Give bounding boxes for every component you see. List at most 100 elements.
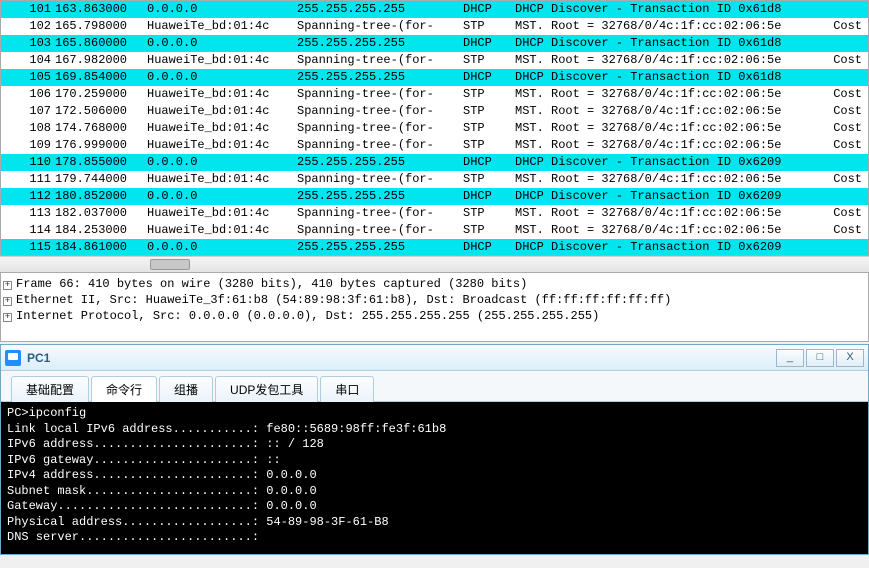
packet-row[interactable]: 112180.8520000.0.0.0255.255.255.255DHCPD… bbox=[1, 188, 868, 205]
col-source: HuaweiTe_bd:01:4c bbox=[147, 103, 297, 120]
terminal-line: Gateway...........................: 0.0.… bbox=[7, 499, 862, 515]
expand-icon[interactable]: + bbox=[3, 281, 12, 290]
packet-row[interactable]: 115184.8610000.0.0.0255.255.255.255DHCPD… bbox=[1, 239, 868, 256]
col-source: HuaweiTe_bd:01:4c bbox=[147, 222, 297, 239]
col-info: DHCP Discover - Transaction ID 0x6209 bbox=[515, 154, 818, 171]
tab-multicast[interactable]: 组播 bbox=[159, 376, 213, 402]
col-time: 165.798000 bbox=[55, 18, 147, 35]
packet-row[interactable]: 110178.8550000.0.0.0255.255.255.255DHCPD… bbox=[1, 154, 868, 171]
col-no: 105 bbox=[3, 69, 55, 86]
terminal-line: IPv4 address......................: 0.0.… bbox=[7, 468, 862, 484]
col-extra bbox=[818, 1, 866, 18]
col-time: 172.506000 bbox=[55, 103, 147, 120]
expand-icon[interactable]: + bbox=[3, 313, 12, 322]
tab-serial[interactable]: 串口 bbox=[320, 376, 374, 402]
col-no: 101 bbox=[3, 1, 55, 18]
titlebar[interactable]: PC1 _ □ X bbox=[1, 345, 868, 371]
col-no: 111 bbox=[3, 171, 55, 188]
col-extra: Cost bbox=[818, 120, 866, 137]
packet-row[interactable]: 109176.999000HuaweiTe_bd:01:4cSpanning-t… bbox=[1, 137, 868, 154]
packet-row[interactable]: 106170.259000HuaweiTe_bd:01:4cSpanning-t… bbox=[1, 86, 868, 103]
maximize-button[interactable]: □ bbox=[806, 349, 834, 367]
col-source: HuaweiTe_bd:01:4c bbox=[147, 171, 297, 188]
packet-row[interactable]: 102165.798000HuaweiTe_bd:01:4cSpanning-t… bbox=[1, 18, 868, 35]
packet-row[interactable]: 104167.982000HuaweiTe_bd:01:4cSpanning-t… bbox=[1, 52, 868, 69]
col-no: 109 bbox=[3, 137, 55, 154]
terminal-line: IPv6 gateway......................: :: bbox=[7, 453, 862, 469]
col-no: 106 bbox=[3, 86, 55, 103]
terminal-line: PC>ipconfig bbox=[7, 406, 862, 422]
detail-line: Internet Protocol, Src: 0.0.0.0 (0.0.0.0… bbox=[16, 309, 599, 323]
packet-row[interactable]: 114184.253000HuaweiTe_bd:01:4cSpanning-t… bbox=[1, 222, 868, 239]
col-protocol: DHCP bbox=[463, 69, 515, 86]
packet-row[interactable]: 113182.037000HuaweiTe_bd:01:4cSpanning-t… bbox=[1, 205, 868, 222]
terminal[interactable]: PC>ipconfig Link local IPv6 address.....… bbox=[1, 402, 868, 554]
packet-row[interactable]: 105169.8540000.0.0.0255.255.255.255DHCPD… bbox=[1, 69, 868, 86]
col-time: 167.982000 bbox=[55, 52, 147, 69]
terminal-line: DNS server........................: bbox=[7, 530, 862, 546]
close-button[interactable]: X bbox=[836, 349, 864, 367]
col-protocol: STP bbox=[463, 103, 515, 120]
terminal-line: Link local IPv6 address...........: fe80… bbox=[7, 422, 862, 438]
col-info: DHCP Discover - Transaction ID 0x61d8 bbox=[515, 1, 818, 18]
col-protocol: DHCP bbox=[463, 188, 515, 205]
col-destination: 255.255.255.255 bbox=[297, 1, 463, 18]
col-info: MST. Root = 32768/0/4c:1f:cc:02:06:5e bbox=[515, 137, 818, 154]
col-extra: Cost bbox=[818, 52, 866, 69]
col-time: 178.855000 bbox=[55, 154, 147, 171]
packet-row[interactable]: 101163.8630000.0.0.0255.255.255.255DHCPD… bbox=[1, 1, 868, 18]
packet-list-hscrollbar[interactable] bbox=[0, 256, 869, 272]
col-no: 113 bbox=[3, 205, 55, 222]
detail-line: Frame 66: 410 bytes on wire (3280 bits),… bbox=[16, 277, 527, 291]
col-source: HuaweiTe_bd:01:4c bbox=[147, 137, 297, 154]
col-extra bbox=[818, 35, 866, 52]
col-info: DHCP Discover - Transaction ID 0x6209 bbox=[515, 188, 818, 205]
col-extra: Cost bbox=[818, 18, 866, 35]
packet-row[interactable]: 108174.768000HuaweiTe_bd:01:4cSpanning-t… bbox=[1, 120, 868, 137]
col-destination: 255.255.255.255 bbox=[297, 35, 463, 52]
col-extra: Cost bbox=[818, 86, 866, 103]
packet-details-pane[interactable]: + Frame 66: 410 bytes on wire (3280 bits)… bbox=[0, 272, 869, 342]
col-source: 0.0.0.0 bbox=[147, 1, 297, 18]
col-destination: Spanning-tree-(for- bbox=[297, 222, 463, 239]
col-time: 184.253000 bbox=[55, 222, 147, 239]
minimize-button[interactable]: _ bbox=[776, 349, 804, 367]
col-source: 0.0.0.0 bbox=[147, 154, 297, 171]
col-destination: Spanning-tree-(for- bbox=[297, 103, 463, 120]
col-time: 176.999000 bbox=[55, 137, 147, 154]
col-no: 110 bbox=[3, 154, 55, 171]
col-extra: Cost bbox=[818, 222, 866, 239]
col-info: MST. Root = 32768/0/4c:1f:cc:02:06:5e bbox=[515, 120, 818, 137]
packet-row[interactable]: 107172.506000HuaweiTe_bd:01:4cSpanning-t… bbox=[1, 103, 868, 120]
col-protocol: STP bbox=[463, 171, 515, 188]
tab-bar: 基础配置 命令行 组播 UDP发包工具 串口 bbox=[1, 371, 868, 402]
col-info: MST. Root = 32768/0/4c:1f:cc:02:06:5e bbox=[515, 103, 818, 120]
col-extra: Cost bbox=[818, 103, 866, 120]
tab-udp-tool[interactable]: UDP发包工具 bbox=[215, 376, 318, 402]
col-protocol: STP bbox=[463, 52, 515, 69]
col-time: 180.852000 bbox=[55, 188, 147, 205]
tab-basic[interactable]: 基础配置 bbox=[11, 376, 89, 402]
expand-icon[interactable]: + bbox=[3, 297, 12, 306]
packet-row[interactable]: 103165.8600000.0.0.0255.255.255.255DHCPD… bbox=[1, 35, 868, 52]
col-protocol: DHCP bbox=[463, 154, 515, 171]
scrollbar-thumb[interactable] bbox=[150, 259, 190, 270]
detail-line: Ethernet II, Src: HuaweiTe_3f:61:b8 (54:… bbox=[16, 293, 671, 307]
col-protocol: DHCP bbox=[463, 35, 515, 52]
pc-icon bbox=[5, 350, 21, 366]
terminal-line: Subnet mask.......................: 0.0.… bbox=[7, 484, 862, 500]
packet-row[interactable]: 111179.744000HuaweiTe_bd:01:4cSpanning-t… bbox=[1, 171, 868, 188]
col-source: HuaweiTe_bd:01:4c bbox=[147, 120, 297, 137]
col-info: DHCP Discover - Transaction ID 0x61d8 bbox=[515, 69, 818, 86]
pc1-window: PC1 _ □ X 基础配置 命令行 组播 UDP发包工具 串口 PC>ipco… bbox=[0, 344, 869, 555]
col-info: DHCP Discover - Transaction ID 0x6209 bbox=[515, 239, 818, 256]
col-protocol: STP bbox=[463, 222, 515, 239]
col-source: HuaweiTe_bd:01:4c bbox=[147, 86, 297, 103]
tab-cli[interactable]: 命令行 bbox=[91, 376, 157, 402]
col-no: 108 bbox=[3, 120, 55, 137]
col-time: 170.259000 bbox=[55, 86, 147, 103]
window-title: PC1 bbox=[27, 351, 50, 365]
packet-list[interactable]: 101163.8630000.0.0.0255.255.255.255DHCPD… bbox=[0, 0, 869, 256]
col-source: 0.0.0.0 bbox=[147, 35, 297, 52]
col-source: 0.0.0.0 bbox=[147, 188, 297, 205]
